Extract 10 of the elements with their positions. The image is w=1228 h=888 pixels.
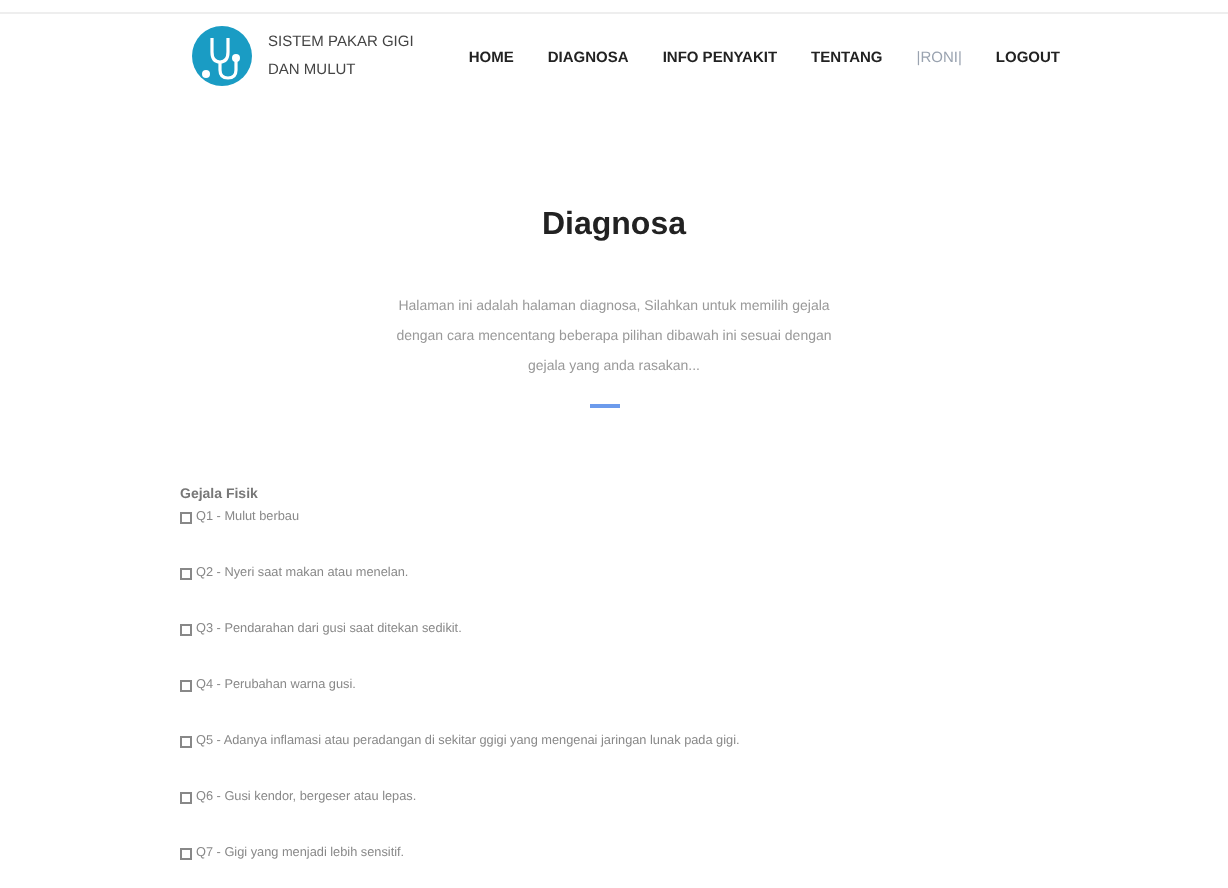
checkbox[interactable]: [180, 848, 192, 860]
page-title: Diagnosa: [541, 208, 686, 244]
checkbox[interactable]: [180, 680, 192, 692]
checkbox[interactable]: [180, 792, 192, 804]
checkbox[interactable]: [180, 568, 192, 580]
checkbox[interactable]: [180, 512, 192, 524]
stethoscope-logo-icon: [192, 26, 252, 86]
checkbox[interactable]: [180, 736, 192, 748]
checkbox[interactable]: [180, 624, 192, 636]
accent-bar: [589, 404, 619, 408]
